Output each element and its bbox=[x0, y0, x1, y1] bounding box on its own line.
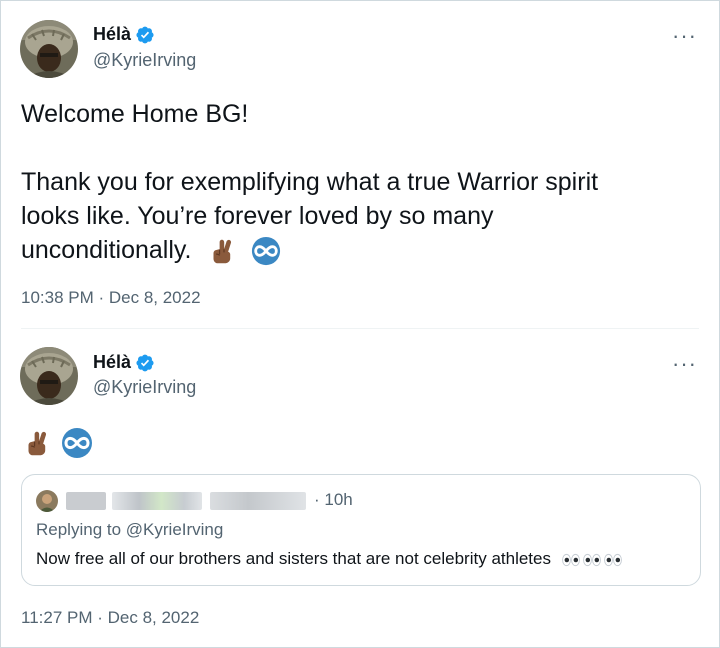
crossed-fingers-emoji bbox=[210, 237, 238, 265]
author-name[interactable]: Hélà bbox=[93, 352, 131, 373]
quoted-avatar bbox=[36, 490, 58, 512]
author-name[interactable]: Hélà bbox=[93, 24, 131, 45]
tweet-timestamp[interactable]: 10:38 PM · Dec 8, 2022 bbox=[21, 288, 201, 308]
avatar[interactable] bbox=[20, 347, 78, 405]
quoted-text-content: Now free all of our brothers and sisters… bbox=[36, 549, 551, 568]
tweet-text-line: unconditionally. bbox=[21, 233, 691, 267]
quoted-text: Now free all of our brothers and sisters… bbox=[36, 549, 622, 569]
tweet-text: Welcome Home BG! Thank you for exemplify… bbox=[21, 97, 691, 267]
author-handle[interactable]: @KyrieIrving bbox=[93, 50, 196, 71]
infinity-emoji bbox=[61, 427, 93, 459]
quoted-tweet[interactable]: · 10h Replying to @KyrieIrving Now free … bbox=[21, 474, 701, 586]
tweet-text-line: Thank you for exemplifying what a true W… bbox=[21, 168, 599, 196]
replying-handle-link[interactable]: @KyrieIrving bbox=[126, 520, 224, 539]
author-handle[interactable]: @KyrieIrving bbox=[93, 377, 196, 398]
redacted-handle bbox=[210, 492, 306, 510]
tweet-card: Hélà @KyrieIrving ··· Welcome Home BG! T… bbox=[0, 0, 720, 648]
tweet-1[interactable]: Hélà @KyrieIrving ··· Welcome Home BG! T… bbox=[1, 1, 719, 328]
tweet-text-line: looks like. You’re forever loved by so m… bbox=[21, 202, 494, 230]
tweet-timestamp[interactable]: 11:27 PM · Dec 8, 2022 bbox=[21, 608, 199, 628]
avatar[interactable] bbox=[20, 20, 78, 78]
infinity-emoji bbox=[251, 236, 281, 266]
redacted-name bbox=[66, 492, 106, 510]
verified-badge-icon bbox=[135, 353, 155, 373]
quoted-avatar-image bbox=[36, 490, 58, 512]
author-row: Hélà bbox=[93, 24, 155, 45]
eyes-emoji-row bbox=[562, 553, 622, 567]
eyes-emoji bbox=[604, 553, 622, 567]
tweet-2[interactable]: Hélà @KyrieIrving ··· · 10h Replying to … bbox=[1, 329, 719, 647]
eyes-emoji bbox=[562, 553, 580, 567]
eyes-emoji bbox=[583, 553, 601, 567]
tweet-emoji-row bbox=[25, 427, 93, 459]
redacted-name bbox=[112, 492, 202, 510]
quoted-time[interactable]: · 10h bbox=[314, 490, 353, 510]
crossed-fingers-emoji bbox=[25, 429, 53, 457]
tweet-text-segment: unconditionally. bbox=[21, 236, 192, 264]
replying-to: Replying to @KyrieIrving bbox=[36, 520, 223, 540]
avatar-image bbox=[20, 347, 78, 405]
author-row: Hélà bbox=[93, 352, 155, 373]
avatar-image bbox=[20, 20, 78, 78]
more-options-button[interactable]: ··· bbox=[672, 25, 697, 47]
verified-badge-icon bbox=[135, 25, 155, 45]
replying-prefix: Replying to bbox=[36, 520, 126, 539]
tweet-text-line: Welcome Home BG! bbox=[21, 100, 249, 128]
more-options-button[interactable]: ··· bbox=[672, 353, 697, 375]
